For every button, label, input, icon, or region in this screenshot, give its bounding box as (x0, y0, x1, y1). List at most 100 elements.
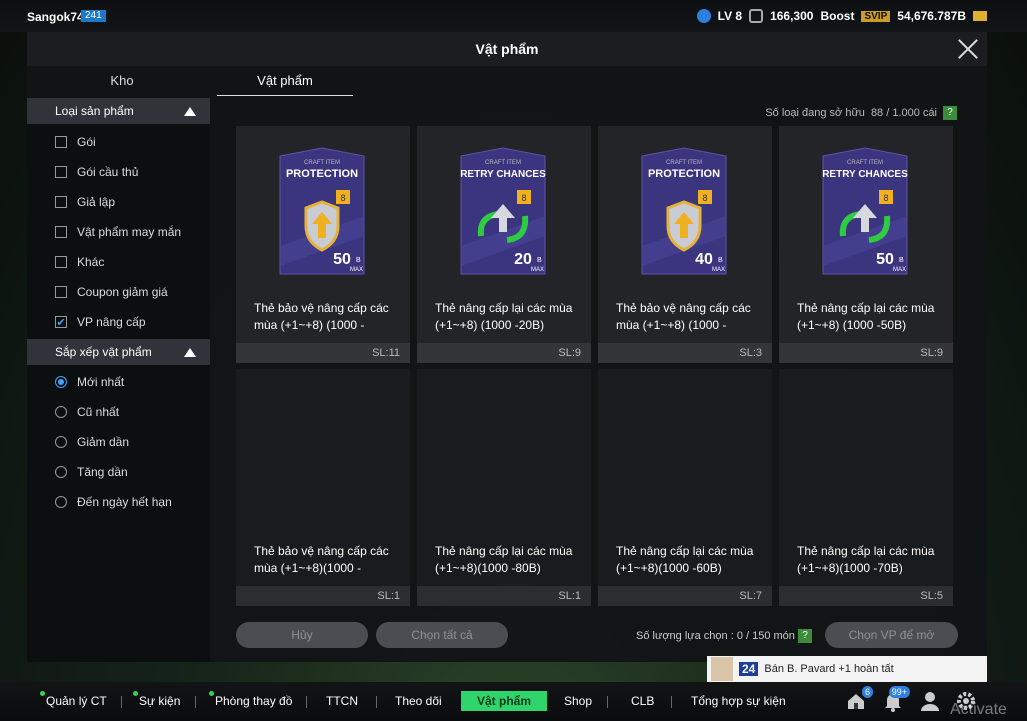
nav-su-kien[interactable]: Sự kiện (133, 691, 180, 711)
category-label: Khác (77, 255, 105, 269)
boost-label: Boost (820, 9, 855, 23)
activate-watermark: Activate (950, 701, 1007, 718)
nav-theo-doi[interactable]: Theo dõi (395, 691, 442, 711)
svg-text:8: 8 (702, 193, 707, 203)
tab-kho[interactable]: Kho (27, 66, 217, 96)
checkbox-icon[interactable] (55, 226, 67, 238)
checkbox-icon[interactable] (55, 196, 67, 208)
category-goi[interactable]: Gói (27, 127, 210, 157)
currency-bar: LV 8 166,300 Boost SVIP 54,676.787B (696, 9, 987, 23)
radio-icon[interactable] (55, 406, 67, 418)
top-bar: Sangok74 241 LV 8 166,300 Boost SVIP 54,… (0, 0, 1027, 32)
category-gia-lap[interactable]: Giả lập (27, 187, 210, 217)
owned-count: Số loại đang sở hữu 88 / 1.000 cái ? (765, 106, 957, 120)
coin-amount: 166,300 (770, 9, 814, 23)
sale-notification[interactable]: 24 Bán B. Pavard +1 hoàn tất (707, 656, 987, 682)
item-quantity: SL:9 (558, 347, 581, 359)
sort-header[interactable]: Sắp xếp vật phẩm (27, 339, 210, 365)
sort-newest[interactable]: Mới nhất (27, 367, 210, 397)
item-card[interactable]: Thẻ nâng cấp lại các mùa (+1~+8)(1000 -70… (779, 369, 953, 606)
sort-asc[interactable]: Tăng dần (27, 457, 210, 487)
nav-vat-pham[interactable]: Vật phẩm (461, 691, 548, 711)
svg-text:8: 8 (340, 193, 345, 203)
owned-value: 88 / 1.000 cái (870, 107, 937, 119)
item-name: Thẻ bảo vệ nâng cấp các mùa (+1~+8) (1000… (616, 301, 751, 332)
sort-expiry[interactable]: Đến ngày hết hạn (27, 487, 210, 517)
collapse-up-icon[interactable] (184, 348, 196, 357)
category-khac[interactable]: Khác (27, 247, 210, 277)
home-icon[interactable]: 6 (845, 686, 873, 712)
new-dot-icon (209, 691, 214, 696)
item-quantity: SL:7 (739, 590, 762, 602)
item-card[interactable]: CRAFT ITEM RETRY CHANCES 8 20 B MAX Thẻ … (417, 126, 591, 363)
item-card[interactable]: Thẻ nâng cấp lại các mùa (+1~+8)(1000 -60… (598, 369, 772, 606)
notification-text: Bán B. Pavard +1 hoàn tất (764, 663, 894, 675)
card-top-text: CRAFT ITEM (485, 160, 521, 166)
checkbox-icon[interactable] (55, 256, 67, 268)
modal-header: Vật phẩm (27, 32, 987, 66)
bell-icon[interactable]: 99+ (882, 686, 910, 712)
collapse-up-icon[interactable] (184, 107, 196, 116)
new-dot-icon (133, 691, 138, 696)
nav-divider (195, 696, 196, 708)
nav-divider (121, 696, 122, 708)
svg-text:8: 8 (521, 193, 526, 203)
retry-card-icon: CRAFT ITEM RETRY CHANCES 8 20 B MAX (460, 147, 546, 275)
card-title-text: RETRY CHANCES (822, 169, 908, 180)
category-coupon[interactable]: Coupon giảm giá (27, 277, 210, 307)
protection-card-icon: CRAFT ITEM PROTECTION 8 50 B MAX (279, 147, 365, 275)
sort-label: Mới nhất (77, 375, 125, 389)
username: Sangok74 (27, 10, 84, 24)
checkmark-icon[interactable]: ✔ (55, 316, 67, 329)
sort-oldest[interactable]: Cũ nhất (27, 397, 210, 427)
select-all-button[interactable]: Chọn tất cả (376, 622, 508, 648)
item-name: Thẻ nâng cấp lại các mùa (+1~+8)(1000 -80… (435, 544, 573, 575)
card-value-text: 50 (876, 251, 894, 268)
open-item-button[interactable]: Chọn VP để mở (825, 622, 958, 648)
category-goi-cau-thu[interactable]: Gói cầu thủ (27, 157, 210, 187)
radio-icon[interactable] (55, 496, 67, 508)
nav-ttcn[interactable]: TTCN (326, 691, 358, 711)
checkbox-icon[interactable] (55, 286, 67, 298)
category-header[interactable]: Loại sản phẩm (27, 98, 210, 124)
bp-amount: 54,676.787B (897, 9, 966, 23)
help-icon[interactable]: ? (943, 106, 957, 120)
radio-icon[interactable] (55, 466, 67, 478)
sort-desc[interactable]: Giảm dần (27, 427, 210, 457)
nav-phong-thay-do[interactable]: Phòng thay đồ (209, 691, 293, 711)
card-unit-text: B (718, 257, 723, 264)
help-icon[interactable]: ? (798, 629, 812, 643)
tab-bar: Kho Vật phẩm (27, 66, 353, 96)
checkbox-icon[interactable] (55, 166, 67, 178)
nav-tong-hop-su-kien[interactable]: Tổng hợp sự kiện (691, 691, 786, 711)
cancel-button[interactable]: Hủy (236, 622, 368, 648)
item-card[interactable]: Thẻ bảo vệ nâng cấp các mùa (+1~+8)(1000 … (236, 369, 410, 606)
item-card[interactable]: CRAFT ITEM PROTECTION 8 50 B MAX Thẻ bảo… (236, 126, 410, 363)
nav-shop[interactable]: Shop (564, 691, 592, 711)
category-label: Coupon giảm giá (77, 285, 168, 299)
item-name: Thẻ bảo vệ nâng cấp các mùa (+1~+8)(1000 … (254, 544, 389, 575)
item-card[interactable]: Thẻ nâng cấp lại các mùa (+1~+8)(1000 -80… (417, 369, 591, 606)
nav-clb[interactable]: CLB (631, 691, 654, 711)
category-vp-nang-cap[interactable]: ✔ VP nâng cấp (27, 307, 210, 337)
item-name: Thẻ nâng cấp lại các mùa (+1~+8)(1000 -60… (616, 544, 754, 575)
item-name: Thẻ nâng cấp lại các mùa (+1~+8) (1000 -2… (435, 301, 573, 332)
nav-label: Phòng thay đồ (215, 694, 293, 708)
item-quantity: SL:9 (920, 347, 943, 359)
item-card[interactable]: CRAFT ITEM PROTECTION 8 40 B MAX Thẻ bảo… (598, 126, 772, 363)
close-icon[interactable] (957, 38, 979, 60)
radio-icon[interactable] (55, 436, 67, 448)
checkbox-icon[interactable] (55, 136, 67, 148)
item-card[interactable]: CRAFT ITEM RETRY CHANCES 8 50 B MAX Thẻ … (779, 126, 953, 363)
nav-quan-ly-ct[interactable]: Quản lý CT (40, 691, 107, 711)
profile-icon[interactable] (919, 690, 941, 712)
sort-label: Tăng dần (77, 465, 128, 479)
card-title-text: PROTECTION (286, 168, 358, 180)
svg-text:8: 8 (883, 193, 888, 203)
category-may-man[interactable]: Vật phẩm may mắn (27, 217, 210, 247)
radio-icon[interactable] (55, 376, 67, 388)
item-grid: CRAFT ITEM PROTECTION 8 50 B MAX Thẻ bảo… (236, 126, 954, 606)
tab-vat-pham[interactable]: Vật phẩm (217, 66, 353, 96)
item-name: Thẻ nâng cấp lại các mùa (+1~+8) (1000 -5… (797, 301, 935, 332)
home-badge: 6 (861, 686, 873, 698)
